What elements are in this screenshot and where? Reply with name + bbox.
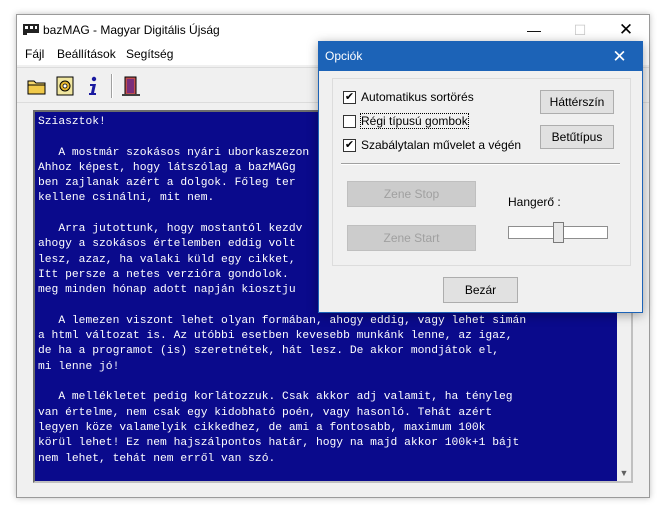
- close-button[interactable]: Bezár: [443, 277, 518, 303]
- exit-door-icon[interactable]: [119, 74, 143, 98]
- dialog-title-bar[interactable]: Opciók ✕: [319, 42, 642, 71]
- toolbar-separator: [111, 74, 113, 98]
- checkbox-illegal-operation-label[interactable]: Szabálytalan művelet a végén: [361, 138, 521, 152]
- menu-settings[interactable]: Beállítások: [57, 47, 116, 61]
- menu-file[interactable]: Fájl: [25, 47, 44, 61]
- checkbox-old-style-buttons[interactable]: Régi típusú gombok: [343, 113, 493, 130]
- checkbox-auto-linebreak-label[interactable]: Automatikus sortörés: [361, 90, 474, 104]
- checkbox-auto-linebreak[interactable]: ✔ Automatikus sortörés: [343, 90, 493, 106]
- background-color-button[interactable]: Háttérszín: [540, 90, 614, 114]
- info-icon[interactable]: [81, 74, 105, 98]
- options-dialog: Opciók ✕ ✔ Automatikus sortörés Régi típ…: [318, 41, 643, 313]
- dialog-divider: [341, 163, 620, 165]
- dialog-title: Opciók: [325, 49, 363, 63]
- menu-help[interactable]: Segítség: [126, 47, 173, 61]
- window-title: bazMAG - Magyar Digitális Újság: [43, 23, 220, 37]
- scroll-down-icon[interactable]: ▼: [617, 465, 631, 481]
- volume-label: Hangerő :: [508, 195, 561, 209]
- music-stop-button[interactable]: Zene Stop: [347, 181, 476, 207]
- checkbox-old-style-buttons-label[interactable]: Régi típusú gombok: [360, 113, 469, 129]
- checkbox-old-style-buttons-box[interactable]: [343, 115, 356, 128]
- app-icon: [23, 24, 39, 35]
- settings-gear-icon[interactable]: [53, 74, 77, 98]
- music-start-button[interactable]: Zene Start: [347, 225, 476, 251]
- checkbox-illegal-operation-box[interactable]: ✔: [343, 139, 356, 152]
- close-icon[interactable]: ✕: [597, 42, 642, 71]
- checkbox-auto-linebreak-box[interactable]: ✔: [343, 91, 356, 104]
- volume-slider-thumb[interactable]: [552, 222, 564, 243]
- font-type-button[interactable]: Betűtípus: [540, 125, 614, 149]
- checkbox-illegal-operation[interactable]: ✔ Szabálytalan művelet a végén: [343, 138, 523, 154]
- open-folder-icon[interactable]: [25, 74, 49, 98]
